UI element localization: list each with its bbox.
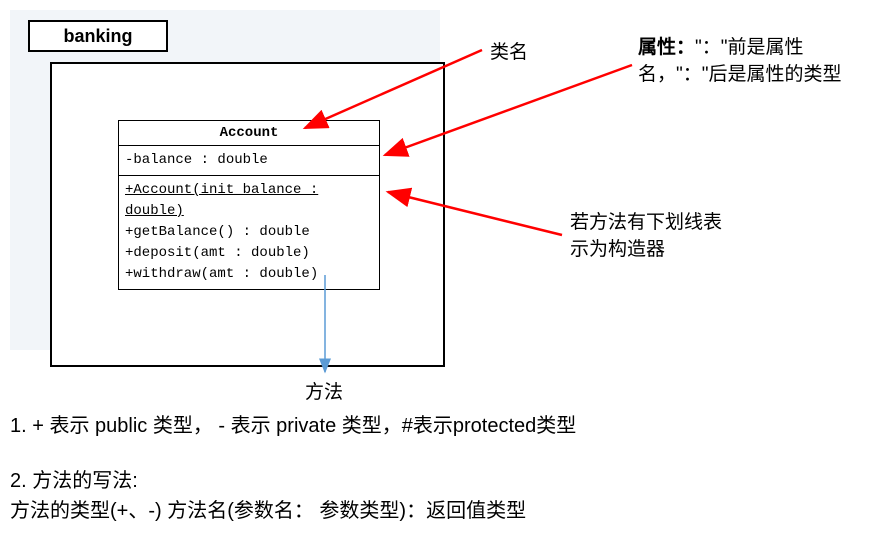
- method-line: +Account(init_balance : double): [125, 180, 373, 222]
- methods-section: +Account(init_balance : double) +getBala…: [119, 176, 379, 289]
- attribute-line: -balance : double: [125, 150, 373, 171]
- body-line-2-detail: 方法的类型(+、-) 方法名(参数名： 参数类型)：返回值类型: [10, 495, 526, 527]
- uml-class-box: Account -balance : double +Account(init_…: [118, 120, 380, 290]
- annotation-attribute: 属性："："前是属性名，"："后是属性的类型: [638, 35, 848, 88]
- annotation-classname: 类名: [490, 40, 528, 67]
- annotation-constructor: 若方法有下划线表示为构造器: [570, 210, 730, 263]
- body-line-1: 1. + 表示 public 类型， - 表示 private 类型，#表示pr…: [10, 410, 576, 442]
- method-line: +deposit(amt : double): [125, 243, 373, 264]
- method-line: +getBalance() : double: [125, 222, 373, 243]
- annotation-method: 方法: [305, 380, 343, 407]
- attributes-section: -balance : double: [119, 146, 379, 176]
- method-line: +withdraw(amt : double): [125, 264, 373, 285]
- body-line-2-title: 2. 方法的写法:: [10, 465, 138, 497]
- diagram-canvas: banking Account -balance : double +Accou…: [10, 10, 862, 524]
- package-name-tab: banking: [28, 20, 168, 52]
- class-name: Account: [119, 121, 379, 146]
